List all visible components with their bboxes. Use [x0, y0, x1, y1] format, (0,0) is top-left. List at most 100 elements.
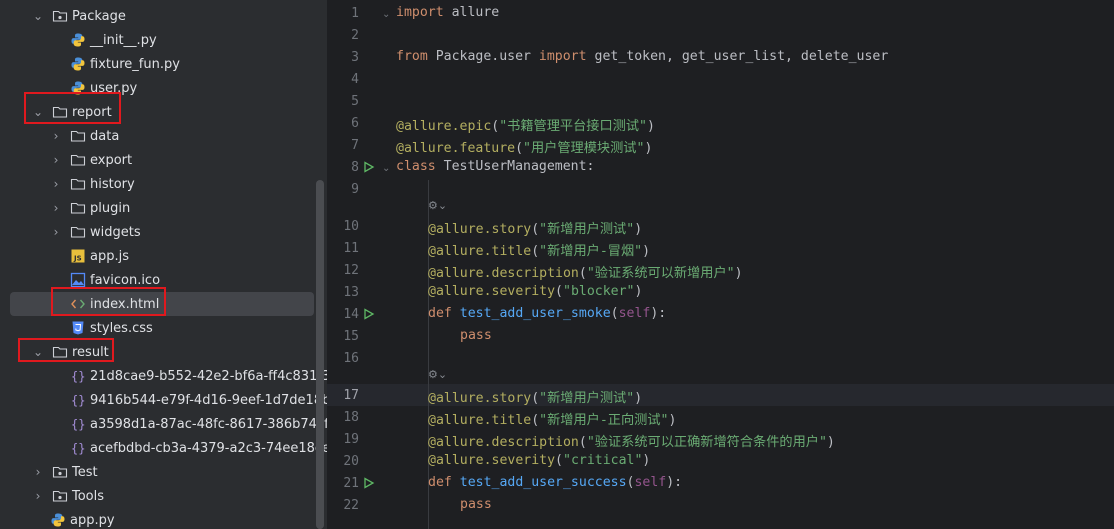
code-line-21: def test_add_user_success(self):: [428, 475, 683, 490]
tree-item-label: favicon.ico: [90, 272, 161, 288]
code-editor[interactable]: 1 2 3 4 5 6 7 8 9 10 11 12 13 14 15 16 1…: [327, 0, 1114, 529]
tree-item-label: plugin: [90, 200, 131, 216]
code-line-12: @allure.description("验证系统可以新增用户"): [428, 266, 743, 281]
tree-item-label: widgets: [90, 224, 141, 240]
tree-item-label: result: [72, 344, 109, 360]
package-folder-icon: [52, 8, 68, 24]
chevron-down-icon[interactable]: ⌄: [32, 9, 44, 23]
tree-item-label: Package: [72, 8, 126, 24]
tree-item-result[interactable]: ⌄ result: [0, 340, 327, 364]
tree-item-package[interactable]: ⌄ Package: [0, 4, 327, 28]
code-line-7: @allure.feature("用户管理模块测试"): [396, 141, 653, 156]
tree-item-data[interactable]: › data: [0, 124, 327, 148]
tree-item-json-file[interactable]: {} 21d8cae9-b552-42e2-bf6a-ff4c831f368d-: [0, 364, 327, 388]
line-number: 11: [343, 241, 359, 256]
line-number: 9: [351, 182, 359, 197]
tree-item-fixture-fun-py[interactable]: fixture_fun.py: [0, 52, 327, 76]
json-file-icon: {}: [70, 368, 86, 384]
tree-item-user-py[interactable]: user.py: [0, 76, 327, 100]
run-icon[interactable]: [363, 477, 375, 489]
folder-icon: [52, 344, 68, 360]
tree-item-json-file[interactable]: {} 9416b544-e79f-4d16-9eef-1d7de18b55a4: [0, 388, 327, 412]
folder-icon: [70, 200, 86, 216]
tree-item-label: 21d8cae9-b552-42e2-bf6a-ff4c831f368d-: [90, 368, 327, 384]
tree-scrollbar[interactable]: [316, 180, 324, 529]
tree-item-label: Test: [72, 464, 98, 480]
tree-item-app-js[interactable]: JS app.js: [0, 244, 327, 268]
tree-item-label: app.js: [90, 248, 129, 264]
tree-item-styles-css[interactable]: styles.css: [0, 316, 327, 340]
tree-item-index-html[interactable]: index.html: [10, 292, 314, 316]
code-line-18: @allure.title("新增用户-正向测试"): [428, 413, 677, 428]
fold-icon[interactable]: ⌄: [382, 163, 390, 174]
line-number: 22: [343, 498, 359, 513]
code-line-22: pass: [460, 497, 492, 512]
folder-icon: [70, 224, 86, 240]
line-number: 1: [351, 6, 359, 21]
tree-item-widgets[interactable]: › widgets: [0, 220, 327, 244]
json-file-icon: {}: [70, 416, 86, 432]
code-line-14: def test_add_user_smoke(self):: [428, 306, 667, 321]
tree-item-init-py[interactable]: __init__.py: [0, 28, 327, 52]
fold-icon[interactable]: ⌄: [382, 9, 390, 20]
code-line-19: @allure.description("验证系统可以正确新增符合条件的用户"): [428, 435, 835, 450]
javascript-file-icon: JS: [70, 248, 86, 264]
tree-item-plugin[interactable]: › plugin: [0, 196, 327, 220]
svg-text:{}: {}: [71, 370, 85, 384]
code-vision-hint[interactable]: ⚙⌄: [428, 368, 447, 381]
chevron-right-icon[interactable]: ›: [32, 465, 44, 479]
tree-item-report[interactable]: ⌄ report: [0, 100, 327, 124]
line-number: 7: [351, 138, 359, 153]
chevron-right-icon[interactable]: ›: [50, 129, 62, 143]
python-file-icon: [50, 512, 66, 528]
css-file-icon: [70, 320, 86, 336]
line-number: 20: [343, 454, 359, 469]
chevron-down-icon[interactable]: ⌄: [32, 105, 44, 119]
svg-text:{}: {}: [71, 418, 85, 432]
tree-item-favicon-ico[interactable]: favicon.ico: [0, 268, 327, 292]
code-line-1: import allure: [396, 5, 500, 20]
tree-item-label: Tools: [72, 488, 105, 504]
tree-item-label: app.py: [70, 512, 115, 528]
run-icon[interactable]: [363, 308, 375, 320]
chevron-right-icon[interactable]: ›: [50, 225, 62, 239]
chevron-right-icon[interactable]: ›: [50, 177, 62, 191]
code-line-20: @allure.severity("critical"): [428, 453, 651, 468]
code-line-13: @allure.severity("blocker"): [428, 284, 643, 299]
tree-item-json-file[interactable]: {} a3598d1a-87ac-48fc-8617-386b74cf14c0-: [0, 412, 327, 436]
code-line-17: @allure.story("新增用户测试"): [428, 391, 643, 406]
python-file-icon: [70, 80, 86, 96]
tree-item-json-file[interactable]: {} acefbdbd-cb3a-4379-a2c3-74ee18cedee3: [0, 436, 327, 460]
tree-item-test[interactable]: › Test: [0, 460, 327, 484]
line-number: 18: [343, 410, 359, 425]
code-line-6: @allure.epic("书籍管理平台接口测试"): [396, 119, 655, 134]
code-line-10: @allure.story("新增用户测试"): [428, 222, 643, 237]
line-number: 14: [343, 307, 359, 322]
code-line-15: pass: [460, 328, 492, 343]
svg-text:JS: JS: [73, 255, 82, 263]
line-number: 15: [343, 329, 359, 344]
folder-icon: [52, 104, 68, 120]
chevron-right-icon[interactable]: ›: [50, 153, 62, 167]
html-file-icon: [70, 296, 86, 312]
tree-item-export[interactable]: › export: [0, 148, 327, 172]
json-file-icon: {}: [70, 392, 86, 408]
chevron-right-icon[interactable]: ›: [50, 201, 62, 215]
run-icon[interactable]: [363, 161, 375, 173]
tree-item-label: export: [90, 152, 133, 168]
tree-item-label: data: [90, 128, 120, 144]
image-file-icon: [70, 272, 86, 288]
tree-item-label: a3598d1a-87ac-48fc-8617-386b74cf14c0-: [90, 416, 327, 432]
tree-item-label: report: [72, 104, 112, 120]
tree-item-label: __init__.py: [90, 32, 157, 48]
project-tree: ⌄ Package __init__.py fixture_fun.py use…: [0, 0, 327, 529]
chevron-down-icon[interactable]: ⌄: [32, 345, 44, 359]
line-number: 2: [351, 28, 359, 43]
chevron-right-icon[interactable]: ›: [32, 489, 44, 503]
tree-item-history[interactable]: › history: [0, 172, 327, 196]
tree-item-app-py[interactable]: app.py: [0, 508, 327, 529]
code-vision-hint[interactable]: ⚙⌄: [428, 199, 447, 212]
line-number: 5: [351, 94, 359, 109]
tree-item-tools[interactable]: › Tools: [0, 484, 327, 508]
json-file-icon: {}: [70, 440, 86, 456]
